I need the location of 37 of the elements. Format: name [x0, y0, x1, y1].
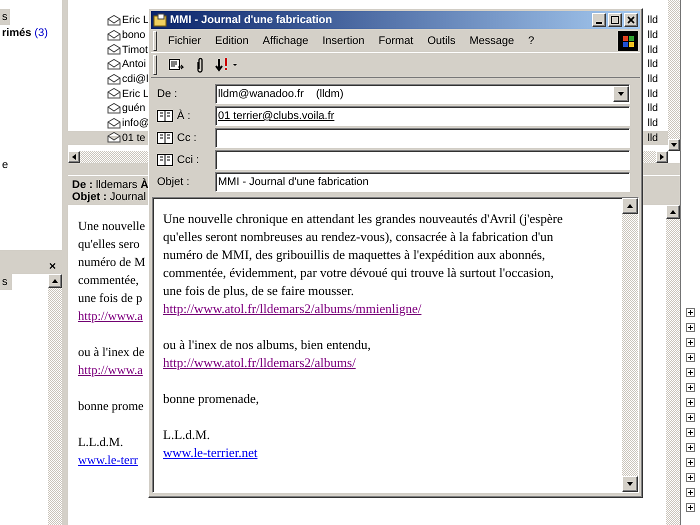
field-label: Cc :: [177, 132, 197, 144]
field-label: Cci :: [177, 154, 199, 166]
message-paragraph: bonne prome: [78, 398, 144, 415]
account-cell: lld: [647, 117, 658, 130]
message-paragraph: ou à l'inex de http://www.a: [78, 344, 144, 379]
message-paragraph: bonne promenade,: [163, 390, 260, 408]
sender-cell: Eric L: [122, 88, 149, 100]
sender-cell: cdi@l: [122, 73, 148, 86]
message-paragraph: L.L.d.M. www.le-terr: [78, 434, 138, 469]
account-cell: lld: [647, 102, 658, 114]
header-value: lldemars: [96, 179, 138, 191]
header-label: De :: [72, 179, 93, 191]
message-paragraph: Une nouvelle chronique en attendant les grandes nouveautés d'Avril (j'espère qu'elles seront nombreuses au rendez-vous), consacrée à la fabrication d'un numéro de MMI, des gribouillis de maquettes à l'expédition aux abonnés, commentée, évidemment, par votre dévoué qui trouve là surtout l'occasion, une fois de plus, de se faire mousser. http://www.atol.fr/lldemars2/albums/mmienligne/: [163, 210, 563, 318]
sender-cell: 01 te: [122, 132, 146, 144]
sender-cell: Eric L: [122, 14, 149, 26]
sender-cell: bono: [122, 29, 146, 42]
header-label: Objet :: [72, 191, 107, 203]
sender-cell: Antoi: [122, 58, 146, 70]
account-cell: lld: [647, 14, 658, 26]
sender-cell: guén: [122, 102, 146, 114]
account-cell: lld: [647, 29, 658, 42]
field-label: À :: [177, 110, 190, 122]
window-title: MMI - Journal d'une fabrication: [170, 14, 332, 26]
field-label: De :: [157, 88, 178, 100]
header-value: Journal: [110, 191, 146, 203]
field-label: Objet :: [157, 176, 190, 188]
account-cell: lld: [647, 132, 658, 144]
account-cell: lld: [647, 58, 658, 70]
message-paragraph: ou à l'inex de nos albums, bien entendu, http://www.atol.fr/lldemars2/albums/: [163, 336, 371, 372]
account-cell: lld: [647, 44, 658, 56]
account-cell: lld: [647, 73, 658, 86]
message-paragraph: Une nouvelle qu'elles sero numéro de M commentée, une fois de p http://www.a: [78, 218, 146, 325]
header-label: À: [140, 179, 148, 191]
message-paragraph: L.L.d.M. www.le-terrier.net: [163, 426, 258, 462]
sender-cell: Timot: [122, 44, 148, 56]
sender-cell: info@: [122, 117, 150, 130]
account-cell: lld: [647, 88, 658, 100]
